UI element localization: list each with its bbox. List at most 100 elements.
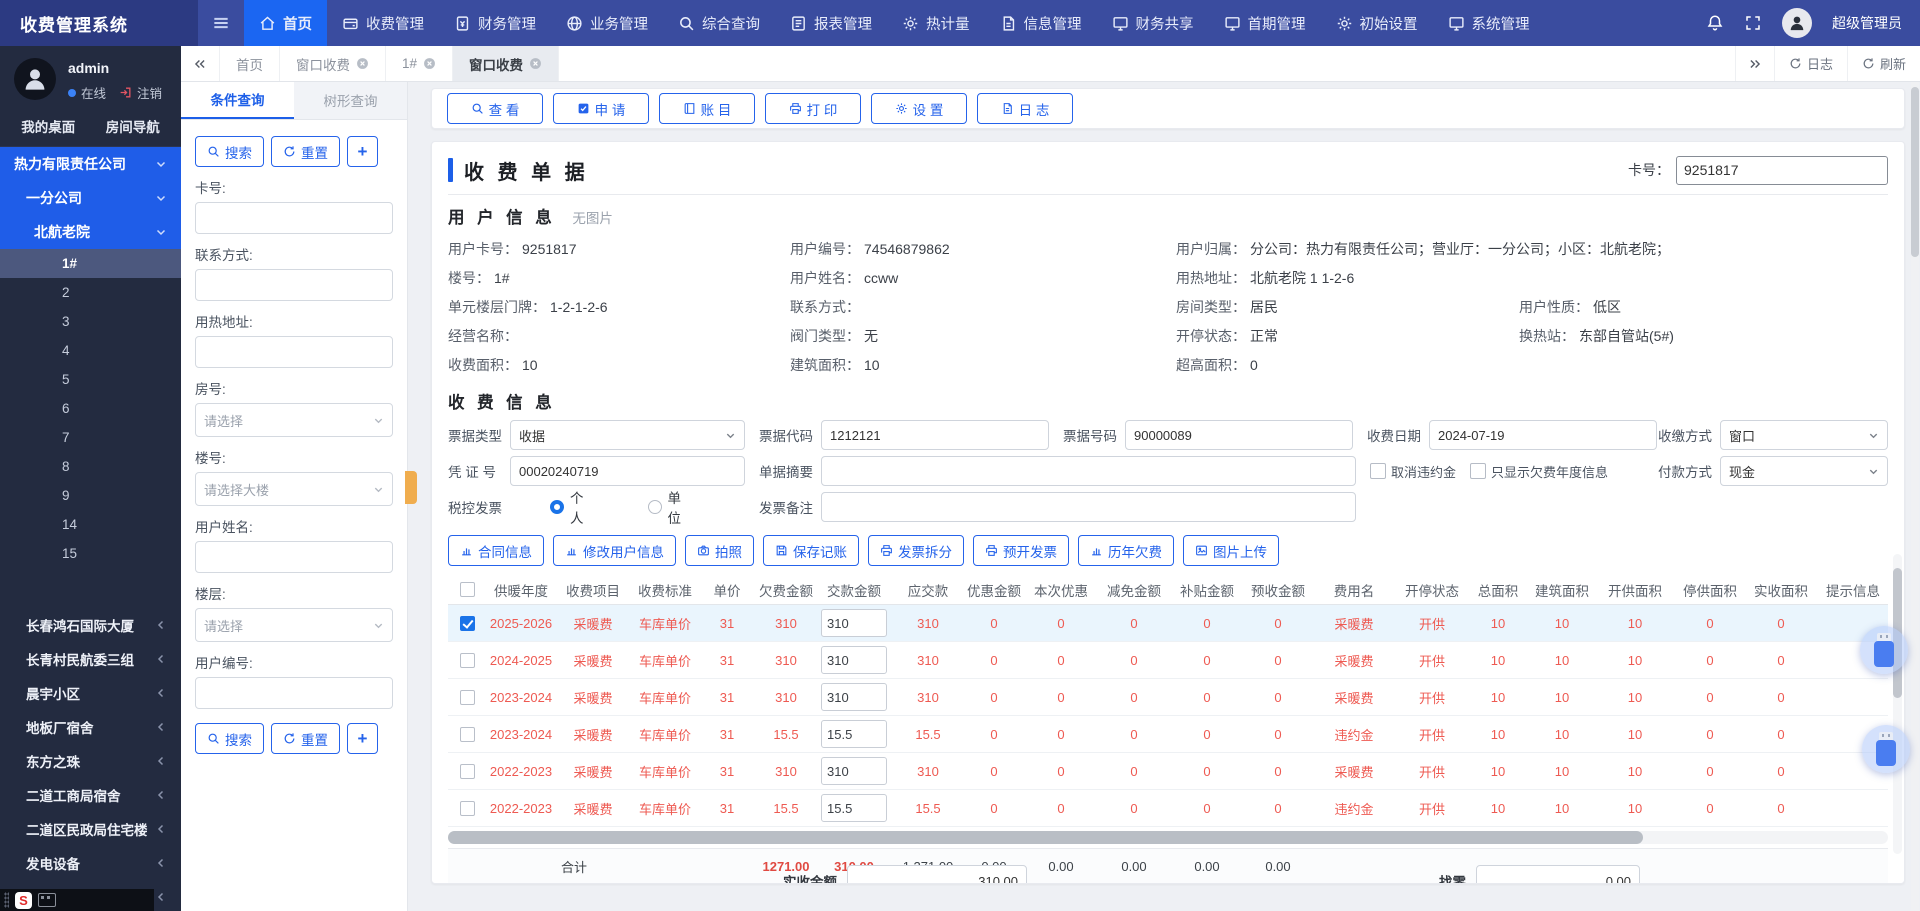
select-all-checkbox[interactable] <box>460 582 475 597</box>
topnav-item-3[interactable]: 业务管理 <box>551 0 663 46</box>
query-field-select[interactable]: 请选择 <box>195 403 393 437</box>
table-horizontal-scrollbar[interactable] <box>448 831 1888 844</box>
table-row-5[interactable]: 2022-2023采暖费车库单价3115.515.500000违约金开供1010… <box>448 790 1888 827</box>
avatar[interactable] <box>1782 8 1812 38</box>
community-item[interactable]: 长青村民航委三组 <box>0 642 181 676</box>
query-field-input[interactable] <box>195 269 393 301</box>
community-item[interactable]: 长春鸿石国际大厦 <box>0 608 181 642</box>
tree-building-1#[interactable]: 1# <box>0 249 181 278</box>
row-checkbox[interactable] <box>460 764 475 779</box>
topnav-item-0[interactable]: 首页 <box>244 0 327 46</box>
tree-building-9[interactable]: 9 <box>0 481 181 510</box>
summary-input[interactable] <box>821 456 1356 486</box>
community-item[interactable]: 晨宇小区 <box>0 676 181 710</box>
tree-building-15[interactable]: 15 <box>0 539 181 568</box>
receipt-type-select[interactable]: 收据 <box>510 420 745 450</box>
query-field-input[interactable] <box>195 336 393 368</box>
toolbar-button-0[interactable]: 查 看 <box>447 93 543 124</box>
topnav-item-10[interactable]: 初始设置 <box>1321 0 1433 46</box>
pay-amount-input[interactable] <box>821 794 887 822</box>
table-row-1[interactable]: 2024-2025采暖费车库单价3131031000000采暖费开供101010… <box>448 642 1888 679</box>
card-no-input[interactable] <box>1676 156 1888 185</box>
panel-collapse-handle[interactable] <box>405 471 417 504</box>
tree-building-4[interactable]: 4 <box>0 336 181 365</box>
pay-amount-input[interactable] <box>821 683 887 711</box>
tab-3[interactable]: 窗口收费 <box>453 46 559 81</box>
search-button[interactable]: 搜索 <box>195 136 264 167</box>
topnav-item-8[interactable]: 财务共享 <box>1097 0 1209 46</box>
table-row-4[interactable]: 2022-2023采暖费车库单价3131031000000采暖费开供101010… <box>448 753 1888 790</box>
close-icon[interactable] <box>529 57 542 70</box>
topnav-item-6[interactable]: 热计量 <box>887 0 985 46</box>
tab-1[interactable]: 窗口收费 <box>280 46 386 81</box>
row-checkbox[interactable] <box>460 801 475 816</box>
show-arrears-only-checkbox[interactable]: 只显示欠费年度信息 <box>1470 462 1608 481</box>
pay-amount-input[interactable] <box>821 720 887 748</box>
table-row-2[interactable]: 2023-2024采暖费车库单价3131031000000采暖费开供101010… <box>448 679 1888 716</box>
query-field-input[interactable] <box>195 677 393 709</box>
query-field-input[interactable] <box>195 541 393 573</box>
topnav-item-7[interactable]: 信息管理 <box>985 0 1097 46</box>
tree-building-8[interactable]: 8 <box>0 452 181 481</box>
action-button-4[interactable]: 发票拆分 <box>868 535 964 566</box>
menu-toggle-icon[interactable] <box>198 0 244 46</box>
close-icon[interactable] <box>356 57 369 70</box>
scrollbar-thumb[interactable] <box>448 831 1643 844</box>
community-item[interactable]: 地板厂宿舍 <box>0 710 181 744</box>
paid-amount-input[interactable] <box>847 865 1027 884</box>
query-field-select[interactable]: 请选择 <box>195 608 393 642</box>
personal-radio[interactable]: 个人 <box>550 487 588 527</box>
floating-usb-widget[interactable] <box>1862 725 1910 773</box>
table-row-0[interactable]: 2025-2026采暖费车库单价3131031000000采暖费开供101010… <box>448 605 1888 642</box>
refresh-button[interactable]: 刷新 <box>1847 46 1920 81</box>
tree-node-2[interactable]: 北航老院 <box>0 215 181 249</box>
action-button-7[interactable]: 图片上传 <box>1183 535 1279 566</box>
tab-0[interactable]: 首页 <box>220 46 280 81</box>
ime-sogou-icon[interactable]: S <box>15 892 32 909</box>
query-field-input[interactable] <box>195 202 393 234</box>
pay-amount-input[interactable] <box>821 609 887 637</box>
action-button-5[interactable]: 预开发票 <box>973 535 1069 566</box>
action-button-3[interactable]: 保存记账 <box>763 535 859 566</box>
community-item[interactable]: 二道区民政局住宅楼 <box>0 812 181 846</box>
tab-condition-query[interactable]: 条件查询 <box>181 81 294 119</box>
reset-button[interactable]: 重置 <box>271 136 340 167</box>
tabs-scroll-right-icon[interactable] <box>1735 46 1774 81</box>
log-button[interactable]: 日志 <box>1774 46 1847 81</box>
close-icon[interactable] <box>423 57 436 70</box>
action-button-1[interactable]: 修改用户信息 <box>553 535 676 566</box>
add-condition-button[interactable]: + <box>347 723 378 754</box>
query-field-select[interactable]: 请选择大楼 <box>195 472 393 506</box>
voucher-input[interactable] <box>510 456 745 486</box>
row-checkbox[interactable] <box>460 616 475 631</box>
toolbar-button-5[interactable]: 日 志 <box>977 93 1073 124</box>
row-checkbox[interactable] <box>460 727 475 742</box>
sidebar-item-my-desktop[interactable]: 我的桌面 <box>6 116 91 136</box>
company-radio[interactable]: 单位 <box>648 487 686 527</box>
tree-node-0[interactable]: 热力有限责任公司 <box>0 147 181 181</box>
row-checkbox[interactable] <box>460 653 475 668</box>
topnav-item-5[interactable]: 报表管理 <box>775 0 887 46</box>
tree-building-2[interactable]: 2 <box>0 278 181 307</box>
search-button[interactable]: 搜索 <box>195 723 264 754</box>
floating-usb-widget[interactable] <box>1860 626 1908 674</box>
tree-building-5[interactable]: 5 <box>0 365 181 394</box>
receipt-no-input[interactable] <box>1125 420 1353 450</box>
bell-icon[interactable] <box>1706 14 1724 32</box>
sidebar-item-room-nav[interactable]: 房间导航 <box>91 116 176 136</box>
toolbar-button-1[interactable]: 申 请 <box>553 93 649 124</box>
logout-icon[interactable] <box>119 86 132 99</box>
tab-tree-query[interactable]: 树形查询 <box>294 81 407 119</box>
community-item[interactable]: 东方之珠 <box>0 744 181 778</box>
tabs-scroll-left-icon[interactable] <box>181 46 220 81</box>
pay-amount-input[interactable] <box>821 757 887 785</box>
current-user-name[interactable]: 超级管理员 <box>1832 13 1902 33</box>
action-button-2[interactable]: 拍照 <box>685 535 754 566</box>
tree-building-14[interactable]: 14 <box>0 510 181 539</box>
topnav-item-9[interactable]: 首期管理 <box>1209 0 1321 46</box>
tree-building-6[interactable]: 6 <box>0 394 181 423</box>
fee-date-input[interactable] <box>1429 420 1657 450</box>
pay-method-select[interactable]: 现金 <box>1720 456 1888 486</box>
tree-building-3[interactable]: 3 <box>0 307 181 336</box>
logout-label[interactable]: 注销 <box>137 83 162 102</box>
